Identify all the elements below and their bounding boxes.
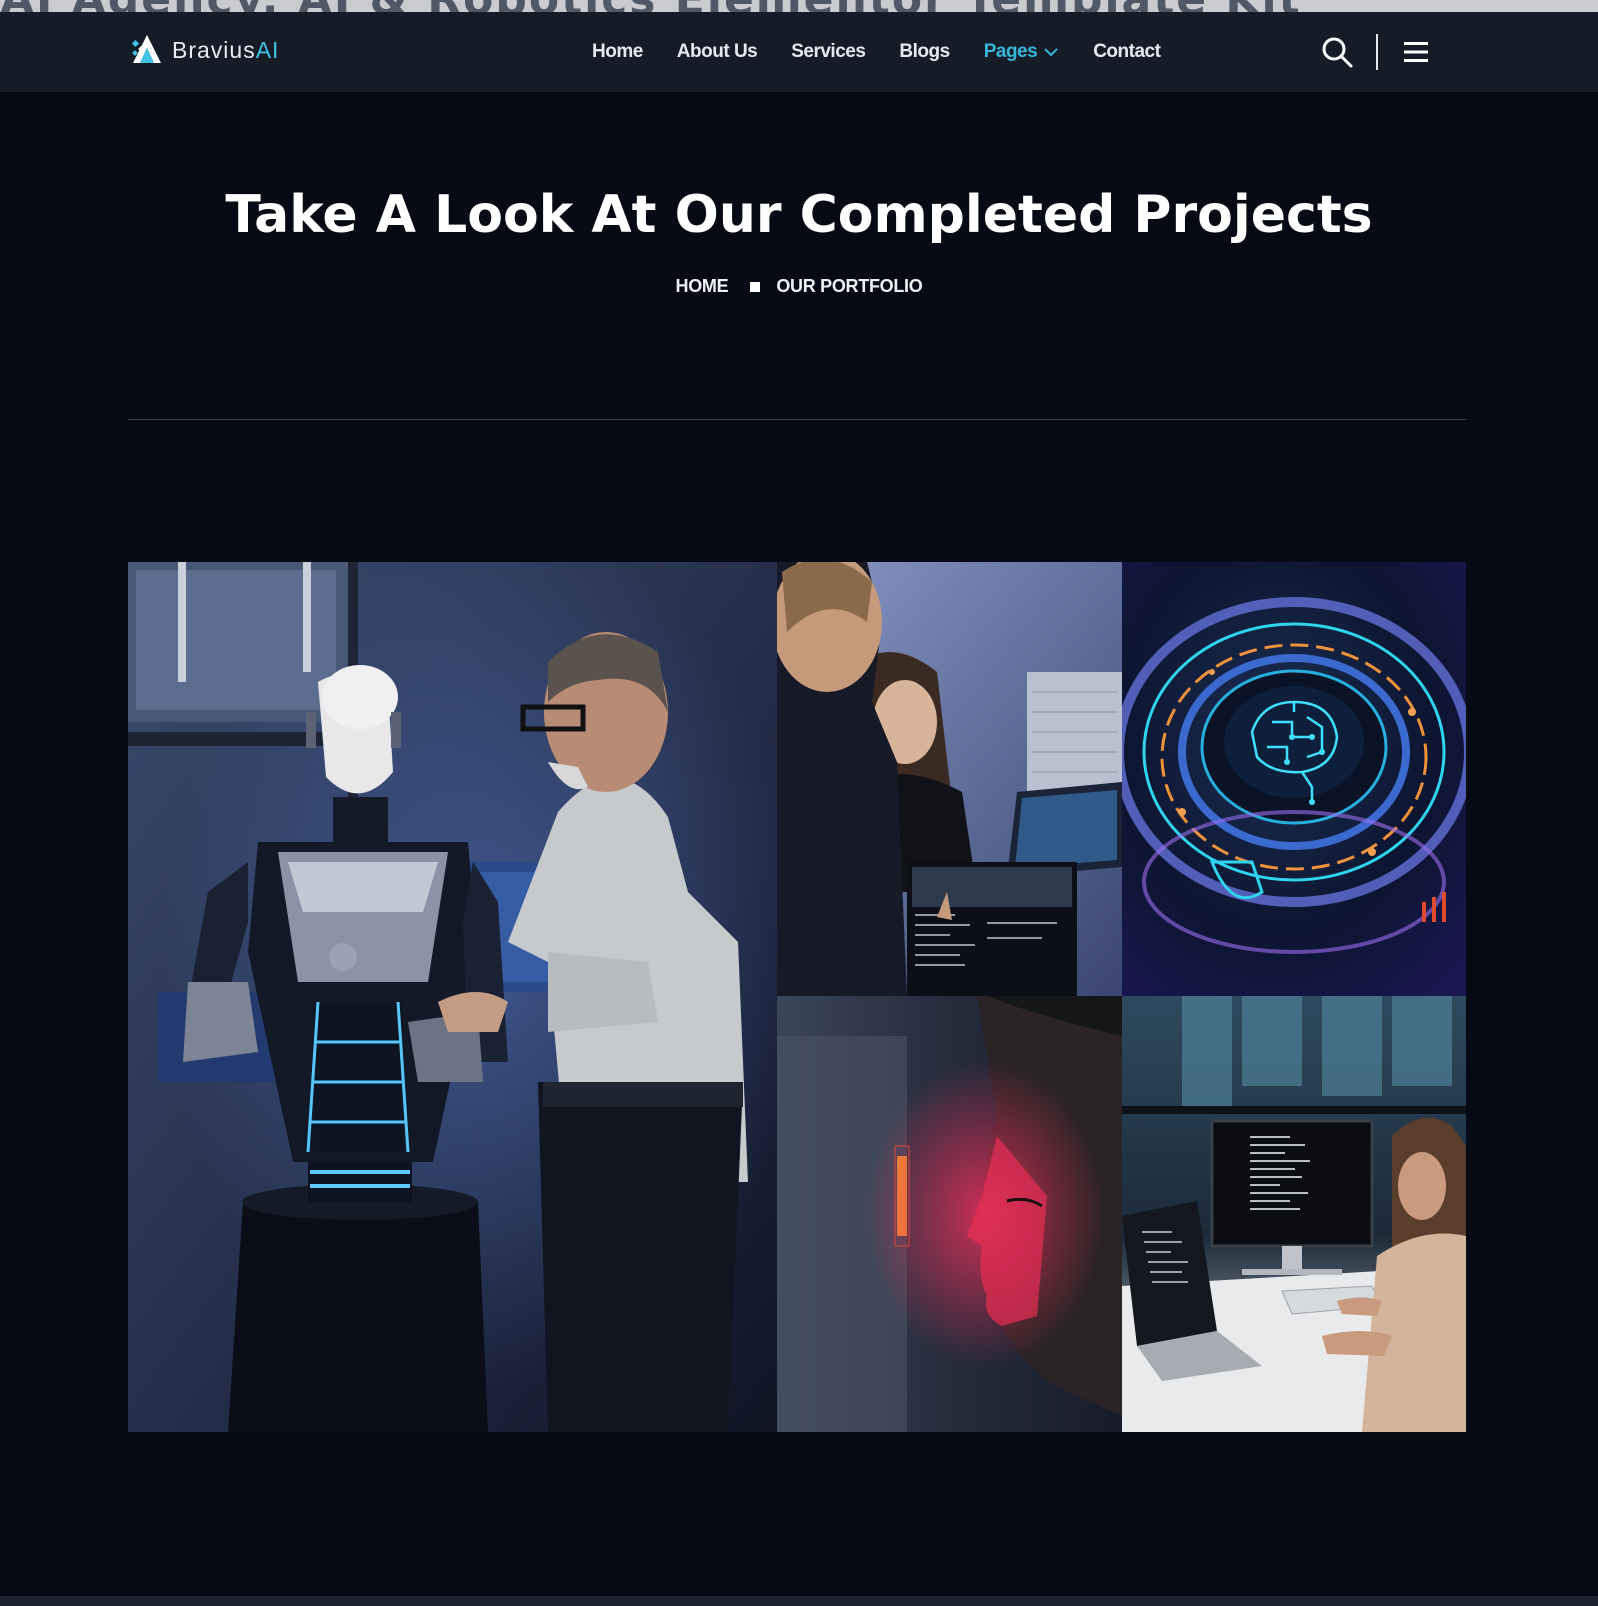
nav-home[interactable]: Home xyxy=(592,41,643,63)
brand-accent: AI xyxy=(255,36,280,63)
header-tools xyxy=(1320,32,1430,72)
developer-coding-photo xyxy=(1122,996,1466,1432)
breadcrumb-separator-icon xyxy=(750,281,761,292)
overlay-title-strip: AI Agency, AI & Robotics Elementor Templ… xyxy=(0,0,1598,12)
brand-logo[interactable]: BraviusAI xyxy=(130,30,279,70)
hamburger-menu-icon[interactable] xyxy=(1402,39,1430,65)
team-reviewing-data-photo xyxy=(777,562,1122,996)
portfolio-item-robot-engineer[interactable] xyxy=(128,562,777,1432)
circuit-brain-hologram-photo xyxy=(1122,562,1466,996)
section-divider xyxy=(128,419,1466,420)
search-icon[interactable] xyxy=(1320,35,1354,69)
header-divider xyxy=(1376,34,1378,70)
nav-blogs[interactable]: Blogs xyxy=(899,41,950,63)
nav-pages[interactable]: Pages xyxy=(984,41,1059,63)
page: AI Agency, AI & Robotics Elementor Templ… xyxy=(0,0,1598,1606)
nav-services[interactable]: Services xyxy=(791,41,866,63)
overlay-title: AI Agency, AI & Robotics Elementor Templ… xyxy=(0,0,1302,12)
robot-engineer-photo xyxy=(128,562,777,1432)
main-nav: Home About Us Services Blogs Pages Conta… xyxy=(592,12,1194,92)
window-bottom-edge xyxy=(0,1596,1598,1606)
face-scan-red-light-photo xyxy=(777,996,1122,1432)
breadcrumb: HOME OUR PORTFOLIO xyxy=(0,276,1598,297)
page-title: Take A Look At Our Completed Projects xyxy=(225,185,1373,245)
nav-pages-label: Pages xyxy=(983,41,1038,62)
logo-icon xyxy=(131,35,161,63)
portfolio-item-face-scan[interactable] xyxy=(777,996,1122,1432)
nav-contact[interactable]: Contact xyxy=(1093,41,1161,63)
portfolio-item-circuit-brain[interactable] xyxy=(1122,562,1466,996)
breadcrumb-home[interactable]: HOME xyxy=(676,276,729,297)
portfolio-gallery xyxy=(128,562,1466,1432)
site-header: BraviusAI Home About Us Services Blogs P… xyxy=(0,12,1598,92)
chevron-down-icon xyxy=(1044,48,1058,57)
breadcrumb-current: OUR PORTFOLIO xyxy=(776,276,923,296)
portfolio-item-developer-coding[interactable] xyxy=(1122,996,1466,1432)
nav-about-us[interactable]: About Us xyxy=(677,41,758,63)
brand-name: BraviusAI xyxy=(172,36,280,63)
portfolio-item-team-data[interactable] xyxy=(777,562,1122,996)
